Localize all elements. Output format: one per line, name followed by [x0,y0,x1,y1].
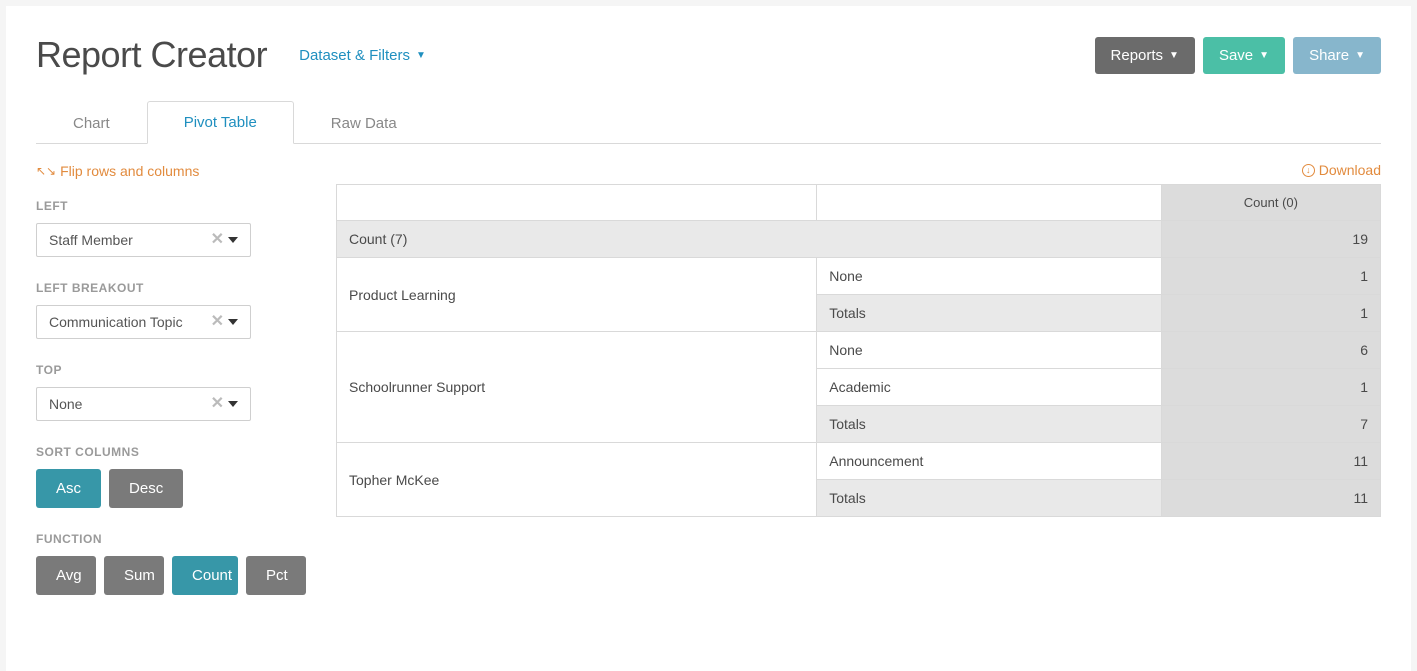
table-row: Product LearningNone1 [337,258,1381,295]
subrow-value: 1 [1161,295,1380,332]
subrow-value: 7 [1161,406,1380,443]
subrow-value: 1 [1161,258,1380,295]
header-blank [337,185,817,221]
left-select[interactable]: Staff Member ✕ [36,223,251,257]
subrow-value: 6 [1161,332,1380,369]
tab-chart[interactable]: Chart [36,101,147,144]
table-row: Schoolrunner SupportNone6 [337,332,1381,369]
share-button[interactable]: Share ▼ [1293,37,1381,74]
subrow-label: None [817,258,1162,295]
clear-icon[interactable]: ✕ [211,396,224,412]
left-breakout-select[interactable]: Communication Topic ✕ [36,305,251,339]
top-select-value: None [49,396,82,412]
func-pct-button[interactable]: Pct [246,556,306,595]
save-button-label: Save [1219,47,1253,64]
page-title: Report Creator [36,34,267,76]
dataset-filters-label: Dataset & Filters [299,47,410,64]
table-row: Topher McKeeAnnouncement11 [337,443,1381,480]
function-label: FUNCTION [36,532,306,546]
left-breakout-value: Communication Topic [49,314,183,330]
top-label: TOP [36,363,306,377]
reports-button-label: Reports [1111,47,1164,64]
func-sum-button[interactable]: Sum [104,556,164,595]
sidebar: ↖↘ Flip rows and columns LEFT Staff Memb… [36,162,306,619]
sort-asc-button[interactable]: Asc [36,469,101,508]
download-label: Download [1319,162,1381,178]
func-count-button[interactable]: Count [172,556,238,595]
chevron-down-icon: ▼ [1259,50,1269,61]
subrow-label: None [817,332,1162,369]
subrow-label: Totals [817,295,1162,332]
subrow-value: 11 [1161,480,1380,517]
top-select[interactable]: None ✕ [36,387,251,421]
tab-raw-data[interactable]: Raw Data [294,101,434,144]
chevron-down-icon: ▼ [416,50,426,61]
swap-icon: ↖↘ [36,164,56,178]
left-select-value: Staff Member [49,232,133,248]
count-row-label: Count (7) [337,221,1162,258]
download-icon: ↓ [1302,164,1315,177]
clear-icon[interactable]: ✕ [211,314,224,330]
group-name[interactable]: Topher McKee [337,443,817,517]
func-avg-button[interactable]: Avg [36,556,96,595]
sort-desc-button[interactable]: Desc [109,469,183,508]
subrow-label: Totals [817,480,1162,517]
left-label: LEFT [36,199,306,213]
group-name[interactable]: Schoolrunner Support [337,332,817,443]
subrow-label: Academic [817,369,1162,406]
subrow-value: 11 [1161,443,1380,480]
download-link[interactable]: ↓ Download [1302,162,1381,178]
caret-down-icon [228,319,238,325]
pivot-table: Count (0)Count (7)19Product LearningNone… [336,184,1381,517]
tab-pivot-table[interactable]: Pivot Table [147,101,294,144]
subrow-label: Totals [817,406,1162,443]
left-breakout-label: LEFT BREAKOUT [36,281,306,295]
chevron-down-icon: ▼ [1169,50,1179,61]
count-header: Count (0) [1161,185,1380,221]
subrow-label: Announcement [817,443,1162,480]
dataset-filters-link[interactable]: Dataset & Filters ▼ [299,47,426,64]
header-blank [817,185,1162,221]
tabs: Chart Pivot Table Raw Data [36,100,1381,144]
chevron-down-icon: ▼ [1355,50,1365,61]
flip-rows-columns-link[interactable]: ↖↘ Flip rows and columns [36,163,199,179]
share-button-label: Share [1309,47,1349,64]
subrow-value: 1 [1161,369,1380,406]
save-button[interactable]: Save ▼ [1203,37,1285,74]
clear-icon[interactable]: ✕ [211,232,224,248]
flip-label: Flip rows and columns [60,163,199,179]
caret-down-icon [228,401,238,407]
count-row-value: 19 [1161,221,1380,258]
group-name[interactable]: Product Learning [337,258,817,332]
caret-down-icon [228,237,238,243]
sort-columns-label: SORT COLUMNS [36,445,306,459]
reports-button[interactable]: Reports ▼ [1095,37,1195,74]
